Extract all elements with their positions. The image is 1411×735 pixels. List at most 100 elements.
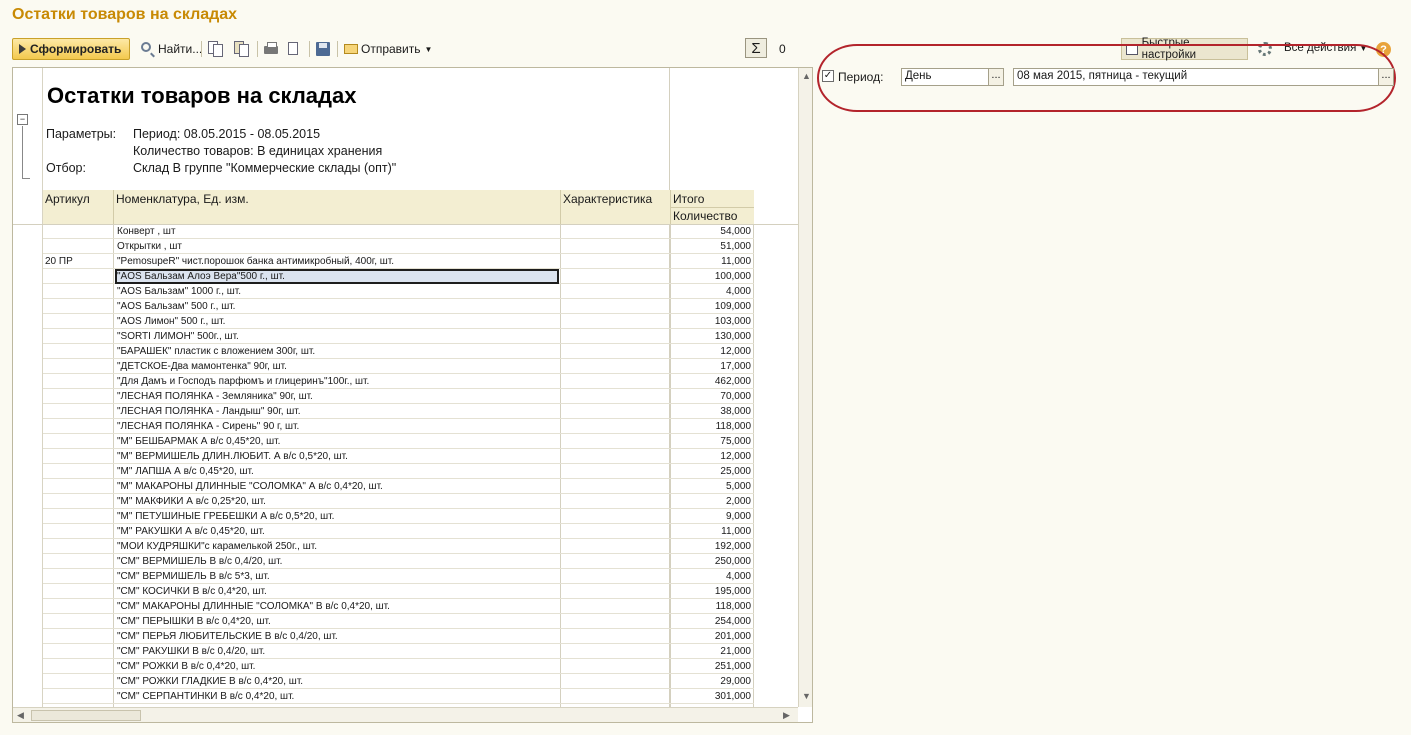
- copy-button[interactable]: [208, 38, 224, 60]
- cell-article[interactable]: [45, 629, 111, 644]
- sum-button[interactable]: Σ: [745, 38, 767, 58]
- report-spreadsheet[interactable]: − Остатки товаров на складах Параметры: …: [12, 67, 813, 723]
- cell-name[interactable]: "PemosupeR" чист.порошок банка антимикро…: [115, 254, 559, 269]
- period-value-select-button[interactable]: ...: [1378, 68, 1394, 86]
- cell-article[interactable]: [45, 299, 111, 314]
- table-row[interactable]: "СМ" ПЕРЫШКИ В в/с 0,4*20, шт. 254,000: [43, 614, 754, 629]
- cell-article[interactable]: [45, 314, 111, 329]
- cell-name[interactable]: Открытки , шт: [115, 239, 559, 254]
- find-button[interactable]: Найти...: [140, 38, 202, 60]
- cell-quantity[interactable]: 51,000: [671, 239, 751, 254]
- cell-article[interactable]: [45, 509, 111, 524]
- cell-name[interactable]: "М" РАКУШКИ А в/с 0,45*20, шт.: [115, 524, 559, 539]
- table-row[interactable]: "М" ВЕРМИШЕЛЬ ДЛИН.ЛЮБИТ. А в/с 0,5*20, …: [43, 449, 754, 464]
- cell-name[interactable]: "СМ" ВЕРМИШЕЛЬ В в/с 0,4/20, шт.: [115, 554, 559, 569]
- cell-characteristic[interactable]: [561, 419, 669, 434]
- table-row[interactable]: "ЛЕСНАЯ ПОЛЯНКА - Сирень" 90 г, шт. 118,0…: [43, 419, 754, 434]
- table-row[interactable]: "AOS Бальзам Алоэ Вера"500 г., шт. 100,00…: [43, 269, 754, 284]
- cell-article[interactable]: [45, 584, 111, 599]
- cell-article[interactable]: [45, 554, 111, 569]
- cell-characteristic[interactable]: [561, 659, 669, 674]
- cell-characteristic[interactable]: [561, 464, 669, 479]
- cell-characteristic[interactable]: [561, 224, 669, 239]
- cell-article[interactable]: [45, 674, 111, 689]
- cell-article[interactable]: [45, 269, 111, 284]
- cell-article[interactable]: [45, 524, 111, 539]
- cell-quantity[interactable]: 192,000: [671, 539, 751, 554]
- period-value-field[interactable]: 08 мая 2015, пятница - текущий: [1013, 68, 1379, 86]
- cell-quantity[interactable]: 25,000: [671, 464, 751, 479]
- scroll-right-icon[interactable]: ▶: [783, 710, 790, 721]
- cell-name[interactable]: "SORTI ЛИМОН" 500г., шт.: [115, 329, 559, 344]
- table-row[interactable]: "Для Дамъ и Господъ парфюмъ и глицеринъ"…: [43, 374, 754, 389]
- cell-name[interactable]: "М" ПЕТУШИНЫЕ ГРЕБЕШКИ А в/с 0,5*20, шт.: [115, 509, 559, 524]
- table-row[interactable]: "AOS Лимон" 500 г., шт. 103,000: [43, 314, 754, 329]
- cell-article[interactable]: [45, 284, 111, 299]
- cell-characteristic[interactable]: [561, 644, 669, 659]
- cell-article[interactable]: 20 ПР: [45, 254, 111, 269]
- cell-characteristic[interactable]: [561, 329, 669, 344]
- cell-quantity[interactable]: 2,000: [671, 494, 751, 509]
- cell-quantity[interactable]: 38,000: [671, 404, 751, 419]
- cell-name[interactable]: "AOS Бальзам Алоэ Вера"500 г., шт.: [115, 269, 559, 284]
- cell-characteristic[interactable]: [561, 374, 669, 389]
- cell-name[interactable]: "AOS Бальзам" 500 г., шт.: [115, 299, 559, 314]
- cell-quantity[interactable]: 201,000: [671, 629, 751, 644]
- table-row[interactable]: "СМ" ВЕРМИШЕЛЬ В в/с 0,4/20, шт. 250,000: [43, 554, 754, 569]
- cell-quantity[interactable]: 4,000: [671, 569, 751, 584]
- cell-quantity[interactable]: 254,000: [671, 614, 751, 629]
- cell-article[interactable]: [45, 539, 111, 554]
- cell-name[interactable]: "БАРАШЕК" пластик с вложением 300г, шт.: [115, 344, 559, 359]
- cell-name[interactable]: "ДЕТСКОЕ-Два мамонтенка" 90г, шт.: [115, 359, 559, 374]
- cell-quantity[interactable]: 21,000: [671, 644, 751, 659]
- table-row[interactable]: "М" ПЕТУШИНЫЕ ГРЕБЕШКИ А в/с 0,5*20, шт.…: [43, 509, 754, 524]
- cell-name[interactable]: "СМ" РОЖКИ В в/с 0,4*20, шт.: [115, 659, 559, 674]
- paste-button[interactable]: [234, 38, 250, 60]
- table-row[interactable]: "ЛЕСНАЯ ПОЛЯНКА - Ландыш" 90г, шт. 38,000: [43, 404, 754, 419]
- cell-article[interactable]: [45, 614, 111, 629]
- cell-quantity[interactable]: 118,000: [671, 599, 751, 614]
- cell-quantity[interactable]: 29,000: [671, 674, 751, 689]
- scroll-left-icon[interactable]: ◀: [17, 710, 24, 721]
- table-row[interactable]: "МОИ КУДРЯШКИ"с карамелькой 250г., шт. 19…: [43, 539, 754, 554]
- table-row[interactable]: "СМ" ПЕРЬЯ ЛЮБИТЕЛЬСКИЕ В в/с 0,4/20, шт…: [43, 629, 754, 644]
- table-row[interactable]: "СМ" РОЖКИ В в/с 0,4*20, шт. 251,000: [43, 659, 754, 674]
- cell-article[interactable]: [45, 494, 111, 509]
- save-button[interactable]: [315, 38, 331, 60]
- table-row[interactable]: "М" БЕШБАРМАК А в/с 0,45*20, шт. 75,000: [43, 434, 754, 449]
- period-granularity-select-button[interactable]: ...: [988, 68, 1004, 86]
- cell-quantity[interactable]: 103,000: [671, 314, 751, 329]
- cell-characteristic[interactable]: [561, 239, 669, 254]
- cell-name[interactable]: "СМ" МАКАРОНЫ ДЛИННЫЕ "СОЛОМКА" В в/с 0,…: [115, 599, 559, 614]
- cell-quantity[interactable]: 118,000: [671, 419, 751, 434]
- collapse-icon[interactable]: −: [17, 114, 28, 125]
- cell-article[interactable]: [45, 479, 111, 494]
- cell-article[interactable]: [45, 224, 111, 239]
- cell-name[interactable]: "СМ" ПЕРЬЯ ЛЮБИТЕЛЬСКИЕ В в/с 0,4/20, шт…: [115, 629, 559, 644]
- cell-quantity[interactable]: 12,000: [671, 344, 751, 359]
- cell-characteristic[interactable]: [561, 359, 669, 374]
- cell-quantity[interactable]: 54,000: [671, 224, 751, 239]
- cell-characteristic[interactable]: [561, 404, 669, 419]
- table-row[interactable]: "ДЕТСКОЕ-Два мамонтенка" 90г, шт. 17,000: [43, 359, 754, 374]
- cell-name[interactable]: "М" БЕШБАРМАК А в/с 0,45*20, шт.: [115, 434, 559, 449]
- cell-characteristic[interactable]: [561, 299, 669, 314]
- period-granularity-field[interactable]: День: [901, 68, 989, 86]
- cell-article[interactable]: [45, 449, 111, 464]
- cell-quantity[interactable]: 11,000: [671, 524, 751, 539]
- generate-button[interactable]: Сформировать: [12, 38, 130, 60]
- table-row[interactable]: "ЛЕСНАЯ ПОЛЯНКА - Земляника" 90г, шт. 70,…: [43, 389, 754, 404]
- cell-characteristic[interactable]: [561, 509, 669, 524]
- cell-characteristic[interactable]: [561, 584, 669, 599]
- cell-characteristic[interactable]: [561, 494, 669, 509]
- vertical-scrollbar[interactable]: ▲ ▼: [798, 68, 812, 707]
- table-row[interactable]: 20 ПР "PemosupeR" чист.порошок банка анти…: [43, 254, 754, 269]
- cell-characteristic[interactable]: [561, 569, 669, 584]
- table-row[interactable]: "AOS Бальзам" 1000 г., шт. 4,000: [43, 284, 754, 299]
- table-row[interactable]: "SORTI ЛИМОН" 500г., шт. 130,000: [43, 329, 754, 344]
- table-row[interactable]: "М" РАКУШКИ А в/с 0,45*20, шт. 11,000: [43, 524, 754, 539]
- cell-name[interactable]: "М" ЛАПША А в/с 0,45*20, шт.: [115, 464, 559, 479]
- table-row[interactable]: "М" ЛАПША А в/с 0,45*20, шт. 25,000: [43, 464, 754, 479]
- send-button[interactable]: Отправить ▼: [344, 38, 432, 60]
- cell-name[interactable]: "М" МАКФИКИ А в/с 0,25*20, шт.: [115, 494, 559, 509]
